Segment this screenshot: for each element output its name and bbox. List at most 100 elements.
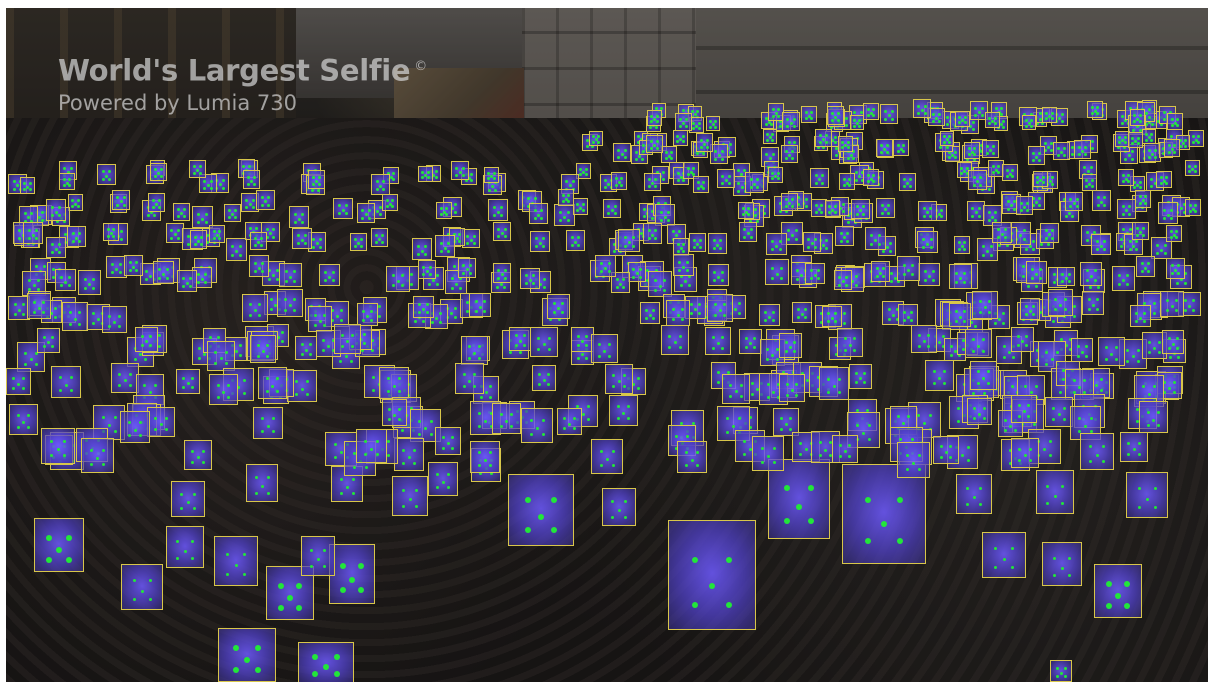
facial-landmark-point [1149, 138, 1153, 142]
facial-landmark-point [304, 234, 308, 238]
facial-landmark-point [771, 248, 775, 252]
facial-landmark-point [37, 306, 41, 310]
facial-landmark-point [56, 547, 62, 554]
facial-landmark-point [778, 248, 782, 252]
facial-landmark-point [447, 473, 451, 477]
facial-landmark-point [832, 385, 836, 389]
facial-landmark-point [766, 358, 770, 361]
facial-landmark-point [962, 319, 966, 323]
facial-landmark-point [726, 556, 733, 563]
facial-landmark-point [197, 212, 201, 216]
facial-landmark-point [902, 143, 906, 147]
facial-landmark-point [418, 311, 422, 315]
facial-landmark-point [538, 514, 544, 520]
facial-landmark-point [877, 242, 881, 246]
facial-landmark-point [965, 503, 969, 507]
facial-landmark-point [416, 253, 420, 257]
facial-landmark-point [1173, 144, 1177, 148]
facial-landmark-point [988, 310, 992, 314]
facial-landmark-point [833, 204, 837, 208]
facial-landmark-point [1197, 141, 1201, 145]
facial-landmark-point [598, 343, 601, 347]
facial-landmark-point [1193, 164, 1197, 168]
facial-landmark-point [654, 184, 657, 188]
face-detection-box [738, 202, 754, 219]
facial-landmark-point [1157, 351, 1161, 354]
facial-landmark-point [370, 447, 373, 451]
facial-landmark-point [1193, 170, 1197, 174]
facial-landmark-point [846, 156, 850, 160]
facial-landmark-point [78, 232, 82, 236]
face-detection-box [779, 333, 802, 358]
facial-landmark-point [489, 384, 493, 388]
facial-landmark-point [790, 389, 794, 393]
facial-landmark-point [1152, 312, 1156, 315]
facial-landmark-point [1128, 248, 1132, 252]
facial-landmark-point [63, 166, 67, 170]
face-detection-box [1042, 542, 1082, 586]
facial-landmark-point [1000, 232, 1004, 236]
facial-landmark-point [492, 177, 496, 181]
face-detection-box [1128, 132, 1143, 148]
facial-landmark-point [284, 270, 288, 274]
facial-landmark-point [949, 353, 953, 357]
facial-landmark-point [567, 200, 571, 204]
facial-landmark-point [1049, 440, 1053, 444]
facial-landmark-point [357, 562, 364, 569]
facial-landmark-point [980, 113, 984, 117]
facial-landmark-point [1006, 199, 1010, 203]
facial-landmark-point [779, 267, 783, 271]
facial-landmark-point [388, 418, 392, 421]
facial-landmark-point [655, 114, 659, 118]
facial-landmark-point [140, 589, 144, 593]
facial-landmark-point [451, 435, 455, 439]
facial-landmark-point [929, 246, 933, 250]
facial-landmark-point [190, 539, 194, 543]
face-detection-box [436, 202, 452, 219]
facial-landmark-point [148, 390, 152, 394]
facial-landmark-point [651, 216, 655, 220]
facial-landmark-point [198, 346, 202, 350]
facial-landmark-point [804, 110, 808, 114]
facial-landmark-point [23, 181, 27, 185]
facial-landmark-point [771, 277, 775, 281]
facial-landmark-point [293, 221, 297, 225]
face-detection-box [333, 198, 353, 219]
facial-landmark-point [820, 204, 824, 208]
facial-landmark-point [717, 381, 721, 384]
facial-landmark-point [88, 283, 91, 287]
facial-landmark-point [841, 209, 845, 213]
facial-landmark-point [375, 240, 378, 244]
facial-landmark-point [254, 237, 257, 241]
facial-landmark-point [1175, 236, 1179, 240]
facial-landmark-point [577, 244, 581, 248]
face-detection-box [1082, 174, 1097, 191]
facial-landmark-point [1120, 238, 1123, 242]
facial-landmark-point [706, 145, 709, 149]
facial-landmark-point [974, 106, 978, 110]
face-detection-box [1132, 222, 1149, 240]
face-detection-box [413, 296, 434, 318]
facial-landmark-point [432, 279, 435, 283]
facial-landmark-point [658, 284, 662, 288]
facial-landmark-point [1165, 175, 1169, 179]
facial-landmark-point [446, 442, 450, 446]
facial-landmark-point [533, 209, 537, 213]
face-detection-box [418, 166, 433, 182]
facial-landmark-point [974, 113, 978, 117]
facial-landmark-point [1122, 279, 1125, 283]
facial-landmark-point [1032, 151, 1035, 155]
facial-landmark-point [190, 376, 194, 380]
facial-landmark-point [128, 372, 132, 376]
facial-landmark-point [264, 200, 267, 204]
facial-landmark-point [692, 121, 696, 125]
facial-landmark-point [1091, 303, 1095, 307]
facial-landmark-point [1004, 236, 1008, 240]
facial-landmark-point [266, 476, 270, 480]
facial-landmark-point [149, 344, 153, 348]
facial-landmark-point [341, 333, 344, 337]
facial-landmark-point [771, 239, 775, 243]
face-detection-box [1136, 256, 1155, 277]
facial-landmark-point [700, 145, 703, 149]
facial-landmark-point [1057, 413, 1061, 417]
